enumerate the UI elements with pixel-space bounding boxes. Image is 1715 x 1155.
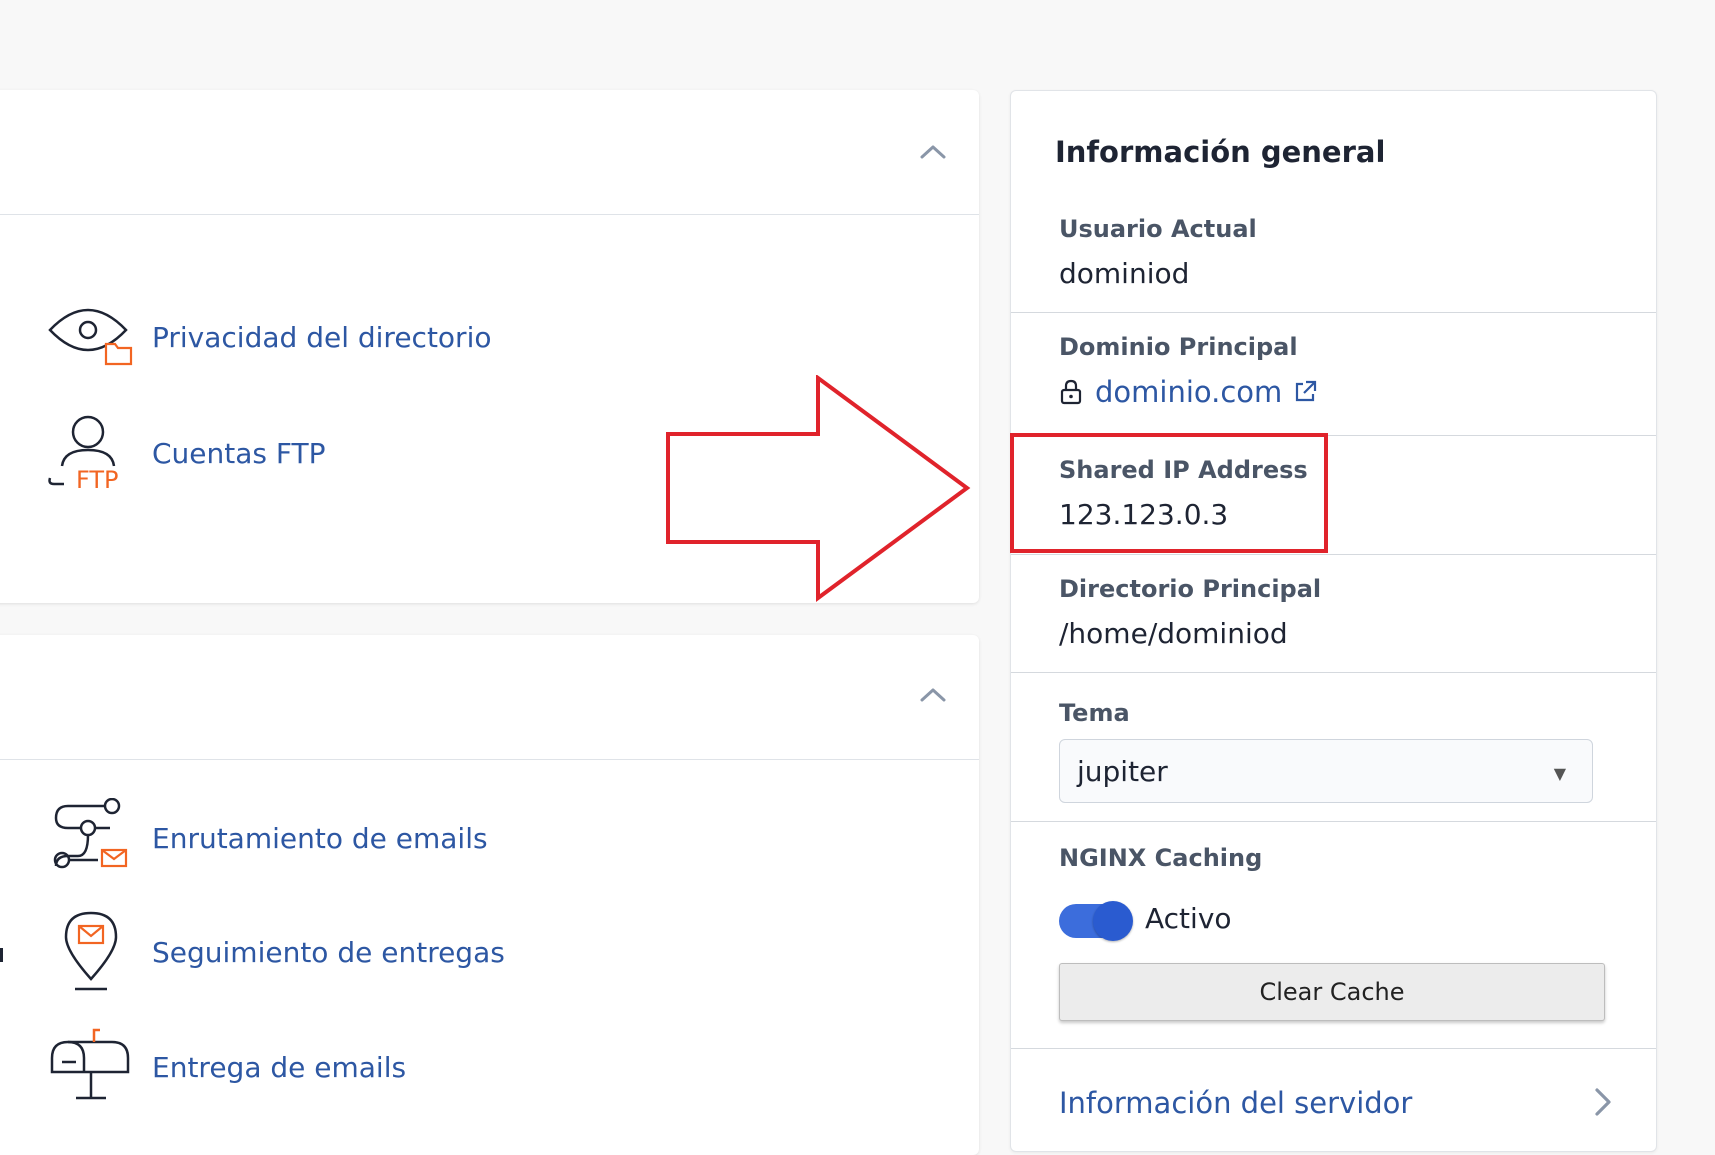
section-nginx-caching: NGINX Caching Activo Clear Cache <box>1011 822 1656 1049</box>
nginx-caching-label: NGINX Caching <box>1059 844 1263 872</box>
tool-email-delivery[interactable]: Entrega de emails <box>48 1024 406 1110</box>
tool-label-directory-privacy: Privacidad del directorio <box>152 320 492 354</box>
annotation-arrow-icon <box>666 375 971 602</box>
files-card-header <box>0 90 979 215</box>
theme-select-value: jupiter <box>1077 754 1168 788</box>
primary-domain-link[interactable]: dominio.com <box>1059 375 1318 409</box>
email-card-header <box>0 635 979 760</box>
clear-cache-button[interactable]: Clear Cache <box>1059 963 1605 1021</box>
mailbox-icon <box>48 1024 134 1110</box>
collapse-email-button[interactable] <box>915 677 951 713</box>
eye-folder-icon <box>48 294 134 380</box>
section-primary-domain: Dominio Principal dominio.com <box>1011 313 1656 436</box>
tool-label-email-delivery: Entrega de emails <box>152 1050 407 1084</box>
chevron-right-icon[interactable] <box>1594 1087 1612 1121</box>
section-current-user: Usuario Actual dominiod <box>1011 91 1656 313</box>
section-theme: Tema jupiter ▼ <box>1011 673 1656 822</box>
current-user-value: dominiod <box>1059 257 1190 290</box>
section-home-directory: Directorio Principal /home/dominiod <box>1011 555 1656 673</box>
location-mail-icon <box>48 909 134 995</box>
ip-highlight-box <box>1010 433 1328 553</box>
theme-label: Tema <box>1059 699 1130 727</box>
nginx-caching-status: Activo <box>1145 902 1232 935</box>
chevron-up-icon <box>920 145 946 159</box>
tool-label-ftp-accounts: Cuentas FTP <box>152 436 326 470</box>
svg-text:FTP: FTP <box>76 466 119 492</box>
tool-label-email-routing: Enrutamiento de emails <box>152 821 488 855</box>
toggle-knob <box>1093 901 1133 941</box>
email-tools-card: Enrutamiento de emails Seguimiento de en… <box>0 635 979 1155</box>
lock-icon <box>1060 379 1082 405</box>
collapse-files-button[interactable] <box>915 134 951 170</box>
nginx-caching-toggle[interactable] <box>1059 901 1133 941</box>
home-directory-value: /home/dominiod <box>1059 617 1288 650</box>
tool-delivery-tracking[interactable]: Seguimiento de entregas <box>48 909 505 995</box>
theme-select[interactable]: jupiter ▼ <box>1059 739 1593 803</box>
edge-marker <box>0 948 3 962</box>
dropdown-arrow-icon: ▼ <box>1553 764 1566 783</box>
tool-ftp-accounts[interactable]: FTP Cuentas FTP <box>48 410 326 496</box>
email-routing-icon <box>48 795 134 881</box>
current-user-label: Usuario Actual <box>1059 215 1257 243</box>
tool-label-delivery-tracking: Seguimiento de entregas <box>152 935 505 969</box>
external-link-icon <box>1296 380 1317 402</box>
server-info-link[interactable]: Información del servidor <box>1059 1086 1412 1120</box>
home-directory-label: Directorio Principal <box>1059 575 1322 603</box>
primary-domain-label: Dominio Principal <box>1059 333 1298 361</box>
user-ftp-icon: FTP <box>48 410 134 496</box>
tool-directory-privacy[interactable]: Privacidad del directorio <box>48 294 491 380</box>
general-info-panel: Información general Usuario Actual domin… <box>1010 90 1657 1152</box>
chevron-up-icon <box>920 688 946 702</box>
tool-email-routing[interactable]: Enrutamiento de emails <box>48 795 488 881</box>
primary-domain-value: dominio.com <box>1095 375 1283 409</box>
